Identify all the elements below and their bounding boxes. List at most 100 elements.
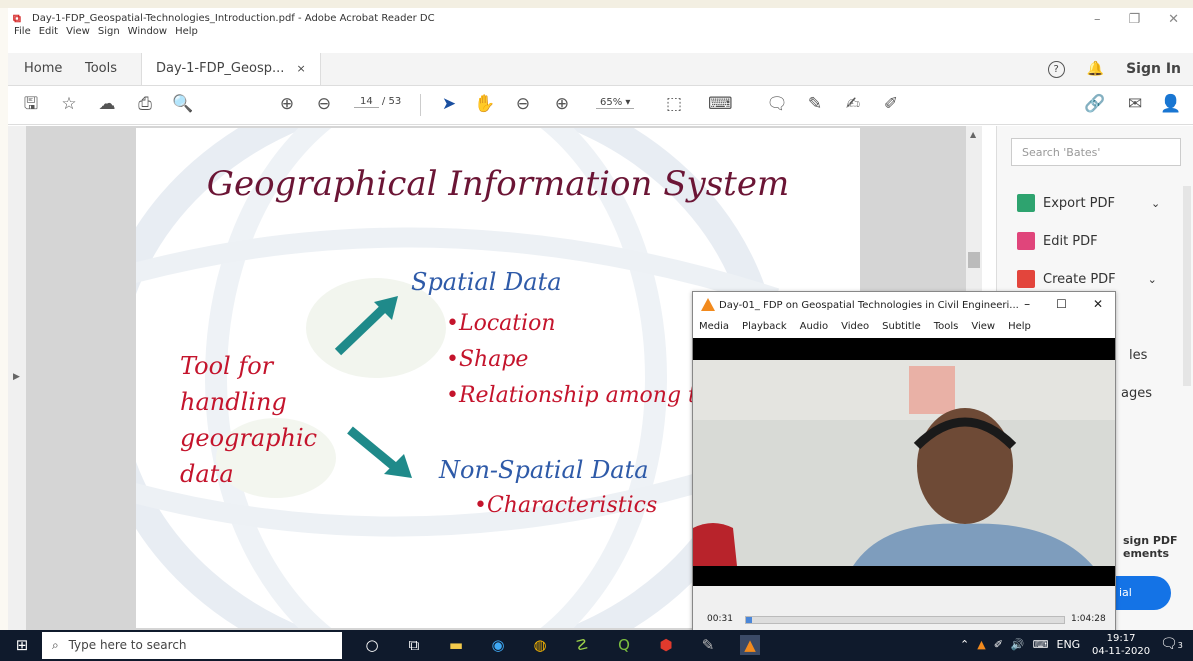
save-icon[interactable]: 🖫	[20, 93, 42, 115]
select-cursor-icon[interactable]: ➤	[438, 93, 460, 115]
notification-count: 3	[1177, 641, 1183, 650]
screen-top-border	[0, 0, 1193, 8]
upload-cloud-icon[interactable]: ☁	[96, 93, 118, 115]
vlc-menu-media[interactable]: Media	[699, 321, 729, 332]
menu-window[interactable]: Window	[128, 26, 167, 37]
comment-icon[interactable]: 🗨	[766, 93, 788, 115]
app-icon[interactable]: ☡	[572, 635, 592, 655]
vlc-menu-view[interactable]: View	[971, 321, 995, 332]
left-text-line: handling	[180, 388, 287, 416]
notification-icon[interactable]: 🗨3	[1160, 636, 1183, 652]
qgis-icon[interactable]: Q	[614, 635, 634, 655]
left-panel-toggle[interactable]: ▶	[8, 126, 26, 630]
minimize-icon[interactable]: –	[1094, 12, 1101, 27]
zoom-select[interactable]: 65% ▾	[596, 97, 635, 109]
paint-icon[interactable]: ✎	[698, 635, 718, 655]
vlc-menu-audio[interactable]: Audio	[800, 321, 828, 332]
close-icon[interactable]: ✕	[1093, 297, 1103, 311]
spatial-list: •Location •Shape •Relationship among th	[446, 306, 711, 414]
tool-item-partial[interactable]: ages	[1121, 386, 1152, 401]
add-user-icon[interactable]: 👤	[1160, 93, 1182, 115]
edit-pdf-item[interactable]: Edit PDF	[1017, 230, 1098, 252]
file-explorer-icon[interactable]: ▬	[446, 635, 466, 655]
page-up-icon[interactable]: ⊕	[276, 93, 298, 115]
maximize-icon[interactable]: ☐	[1056, 297, 1067, 311]
volume-icon[interactable]: 🔊	[1011, 638, 1025, 651]
sign-icon[interactable]: ✍	[842, 93, 864, 115]
edge-icon[interactable]: ◉	[488, 635, 508, 655]
vlc-menu-video[interactable]: Video	[841, 321, 869, 332]
vlc-menu-tools[interactable]: Tools	[934, 321, 959, 332]
hand-tool-icon[interactable]: ✋	[474, 93, 496, 115]
tray-expand-icon[interactable]: ⌃	[960, 638, 969, 651]
tool-item-partial[interactable]: les	[1129, 348, 1147, 363]
pen-icon[interactable]: ✐	[994, 638, 1003, 651]
acrobat-taskbar-icon[interactable]: ⬢	[656, 635, 676, 655]
seek-bar-fill	[746, 617, 753, 623]
scroll-thumb[interactable]	[968, 252, 980, 268]
bookmark-star-icon[interactable]: ☆	[58, 93, 80, 115]
close-icon[interactable]: ✕	[1168, 12, 1179, 27]
expand-arrow-icon[interactable]: ▶	[13, 372, 20, 382]
menu-view[interactable]: View	[66, 26, 90, 37]
export-pdf-item[interactable]: Export PDF ⌄	[1017, 192, 1160, 214]
menu-sign[interactable]: Sign	[98, 26, 120, 37]
restore-icon[interactable]: ❐	[1128, 12, 1140, 27]
vlc-menu-help[interactable]: Help	[1008, 321, 1031, 332]
zoom-in-icon[interactable]: ⊕	[551, 93, 573, 115]
menu-edit[interactable]: Edit	[39, 26, 58, 37]
vlc-menu-subtitle[interactable]: Subtitle	[882, 321, 921, 332]
scroll-up-icon[interactable]: ▲	[970, 130, 976, 139]
tab-home[interactable]: Home	[10, 53, 76, 85]
zoom-out-icon[interactable]: ⊖	[512, 93, 534, 115]
menu-help[interactable]: Help	[175, 26, 198, 37]
page-number-input[interactable]: 14	[354, 96, 379, 108]
windows-start-icon[interactable]: ⊞	[12, 635, 32, 655]
print-icon[interactable]: ⎙	[134, 93, 156, 115]
vlc-menu-playback[interactable]: Playback	[742, 321, 787, 332]
tab-document[interactable]: Day-1-FDP_Geosp... ×	[141, 53, 321, 85]
zoom-value: 65%	[600, 97, 623, 108]
export-pdf-label: Export PDF	[1043, 195, 1116, 211]
edit-pdf-icon	[1017, 232, 1035, 250]
keyboard-icon[interactable]: ⌨	[1033, 638, 1049, 651]
free-trial-button[interactable]: ial	[1109, 576, 1171, 610]
tab-tools[interactable]: Tools	[71, 53, 131, 85]
help-icon[interactable]: ?	[1047, 60, 1065, 78]
minimize-icon[interactable]: –	[1024, 297, 1030, 311]
window-controls: – ❐ ✕	[1094, 12, 1179, 27]
search-zoom-icon[interactable]: 🔍	[172, 93, 194, 115]
clock-date: 04-11-2020	[1092, 646, 1151, 657]
acrobat-logo-icon: ⧉	[13, 12, 21, 25]
vlc-tray-icon[interactable]: ▲	[977, 638, 985, 651]
fill-sign-icon[interactable]: ✐	[880, 93, 902, 115]
slide-title: Geographical Information System	[206, 164, 790, 204]
menu-file[interactable]: File	[14, 26, 31, 37]
vlc-taskbar-icon[interactable]: ▲	[740, 635, 760, 655]
cortana-icon[interactable]: ○	[362, 635, 382, 655]
tab-close-icon[interactable]: ×	[297, 62, 306, 75]
video-frame	[693, 338, 1115, 586]
promo-line: sign PDF	[1123, 534, 1178, 547]
tools-scrollbar[interactable]	[1183, 186, 1191, 386]
search-input[interactable]: Search 'Bates'	[1011, 138, 1181, 166]
sign-in-button[interactable]: Sign In	[1126, 61, 1181, 77]
highlight-pen-icon[interactable]: ✎	[804, 93, 826, 115]
language-indicator[interactable]: ENG	[1057, 638, 1081, 651]
scroll-mode-icon[interactable]: ⌨	[708, 93, 733, 115]
page-total: / 53	[381, 96, 402, 107]
bell-icon[interactable]: 🔔	[1087, 61, 1104, 77]
page-down-icon[interactable]: ⊖	[313, 93, 335, 115]
chrome-icon[interactable]: ◍	[530, 635, 550, 655]
create-pdf-item[interactable]: Create PDF ⌄	[1017, 268, 1157, 290]
share-link-icon[interactable]: 🔗	[1084, 93, 1106, 115]
email-icon[interactable]: ✉	[1124, 93, 1146, 115]
chevron-down-icon[interactable]: ⌄	[1148, 273, 1157, 286]
seek-bar[interactable]	[745, 616, 1065, 624]
clock[interactable]: 19:17 04-11-2020	[1092, 632, 1150, 658]
task-view-icon[interactable]: ⧉	[404, 635, 424, 655]
taskbar-search[interactable]: ⌕ Type here to search	[42, 632, 342, 659]
video-area[interactable]	[693, 338, 1115, 586]
fit-page-icon[interactable]: ⬚	[663, 93, 685, 115]
chevron-down-icon[interactable]: ⌄	[1151, 197, 1160, 210]
